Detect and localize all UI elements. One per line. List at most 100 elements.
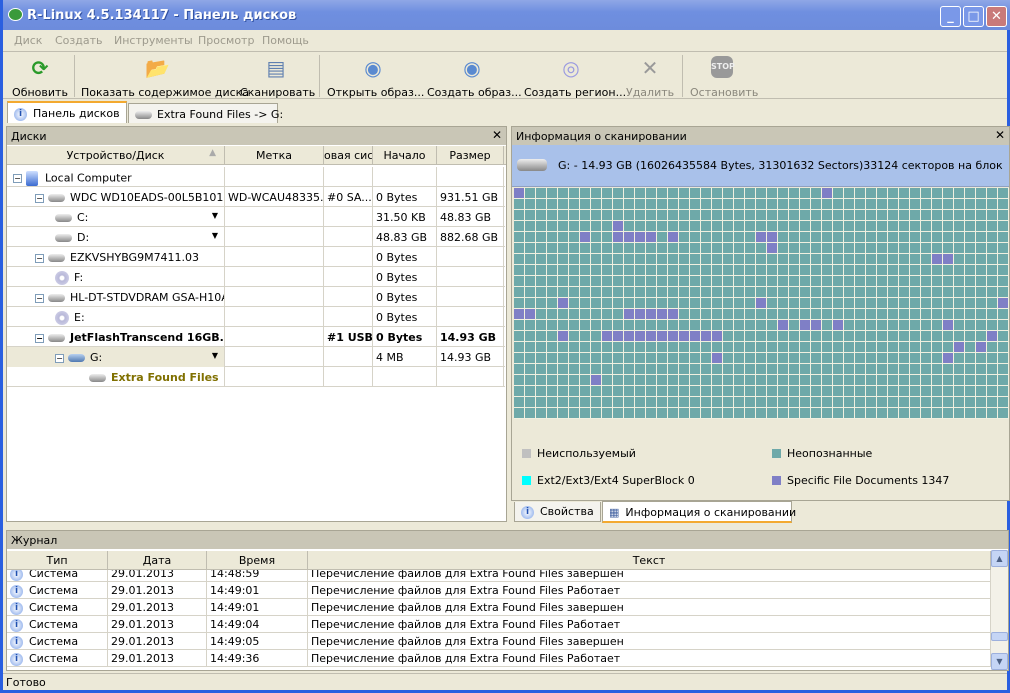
- block-unrecognized: [591, 265, 601, 275]
- block-unrecognized: [976, 276, 986, 286]
- menu-disk[interactable]: Диск: [14, 34, 42, 47]
- collapse-toggle[interactable]: −: [13, 174, 22, 183]
- tab-scan-info[interactable]: ▦ Информация о сканировании: [602, 501, 796, 523]
- block-unrecognized: [701, 397, 711, 407]
- menu-view[interactable]: Просмотр: [198, 34, 254, 47]
- disk-row[interactable]: E: 0 Bytes: [7, 307, 505, 327]
- block-unrecognized: [580, 243, 590, 253]
- log-row[interactable]: i Система 29.01.2013 14:49:05 Перечисление ф…: [7, 633, 991, 650]
- block-unrecognized: [756, 342, 766, 352]
- col-size[interactable]: Размер: [437, 146, 504, 165]
- disk-row[interactable]: F: 0 Bytes: [7, 267, 505, 287]
- close-panel-icon[interactable]: ✕: [492, 128, 502, 142]
- tab-properties[interactable]: i Свойства: [514, 502, 601, 522]
- scan-info-icon: ▦: [609, 506, 620, 519]
- block-unrecognized: [536, 210, 546, 220]
- tab-disk-panel[interactable]: i Панель дисков: [7, 101, 127, 123]
- block-specific-file: [767, 232, 777, 242]
- block-unrecognized: [657, 397, 667, 407]
- scroll-up-button[interactable]: ▲: [991, 550, 1008, 567]
- block-unrecognized: [943, 309, 953, 319]
- block-unrecognized: [580, 386, 590, 396]
- collapse-toggle[interactable]: −: [35, 193, 44, 203]
- col-start[interactable]: Начало: [373, 146, 437, 165]
- open-image-button[interactable]: ◉ Открыть образ...: [327, 54, 424, 99]
- menu-create[interactable]: Создать: [55, 34, 103, 47]
- col-device[interactable]: Устройство/Диск ▲: [7, 146, 225, 165]
- cell-fs: [324, 367, 373, 387]
- col-label[interactable]: Метка: [225, 146, 324, 165]
- block-specific-file: [657, 331, 667, 341]
- block-specific-file: [624, 309, 634, 319]
- col-type[interactable]: Тип: [7, 551, 108, 570]
- dropdown-arrow-icon[interactable]: ▼: [212, 351, 218, 360]
- block-unrecognized: [591, 298, 601, 308]
- stop-button[interactable]: STOP Остановить: [690, 54, 758, 99]
- scroll-down-button[interactable]: ▼: [991, 653, 1008, 670]
- disk-row[interactable]: C: ▼ 31.50 KB 48.83 GB: [7, 207, 505, 227]
- cell-time: 14:48:59: [207, 570, 308, 582]
- menu-tools[interactable]: Инструменты: [114, 34, 193, 47]
- menu-help[interactable]: Помощь: [262, 34, 309, 47]
- collapse-toggle[interactable]: −: [35, 253, 44, 263]
- delete-button[interactable]: ✕ Удалить: [626, 54, 674, 99]
- block-unrecognized: [701, 243, 711, 253]
- log-row[interactable]: i Система 29.01.2013 14:48:59 Перечисление ф…: [7, 570, 991, 582]
- cell-start: 0 Bytes: [373, 187, 437, 207]
- block-unrecognized: [932, 243, 942, 253]
- block-unrecognized: [635, 375, 645, 385]
- block-unrecognized: [547, 408, 557, 418]
- close-panel-icon[interactable]: ✕: [995, 128, 1005, 142]
- log-row[interactable]: i Система 29.01.2013 14:49:01 Перечисление ф…: [7, 599, 991, 616]
- log-scrollbar[interactable]: ▲ ▼: [991, 550, 1008, 670]
- block-unrecognized: [657, 408, 667, 418]
- block-unrecognized: [602, 353, 612, 363]
- log-row[interactable]: i Система 29.01.2013 14:49:36 Перечисление ф…: [7, 650, 991, 667]
- disk-row[interactable]: − Local Computer: [7, 167, 505, 187]
- refresh-button[interactable]: ⟳ Обновить: [11, 54, 69, 99]
- col-text[interactable]: Текст: [308, 551, 991, 570]
- block-unrecognized: [987, 353, 997, 363]
- block-unrecognized: [679, 309, 689, 319]
- block-unrecognized: [679, 353, 689, 363]
- close-button[interactable]: ✕: [986, 6, 1007, 27]
- block-unrecognized: [910, 408, 920, 418]
- log-row[interactable]: i Система 29.01.2013 14:49:01 Перечисление ф…: [7, 582, 991, 599]
- collapse-toggle[interactable]: −: [55, 353, 64, 363]
- log-row[interactable]: i Система 29.01.2013 14:49:04 Перечисление ф…: [7, 616, 991, 633]
- block-unrecognized: [811, 342, 821, 352]
- tab-extra-found-files[interactable]: Extra Found Files -> G:: [128, 103, 283, 123]
- scroll-thumb[interactable]: [991, 632, 1008, 641]
- minimize-button[interactable]: _: [940, 6, 961, 27]
- col-date[interactable]: Дата: [108, 551, 207, 570]
- disk-row[interactable]: Extra Found Files: [7, 367, 505, 387]
- disk-row[interactable]: − G: ▼ 4 MB 14.93 GB: [7, 347, 505, 367]
- disk-row[interactable]: D: ▼ 48.83 GB 882.68 GB: [7, 227, 505, 247]
- block-unrecognized: [910, 276, 920, 286]
- block-unrecognized: [954, 210, 964, 220]
- col-filesystem[interactable]: овая сис: [324, 146, 373, 165]
- block-unrecognized: [877, 353, 887, 363]
- create-image-button[interactable]: ◉ Создать образ...: [427, 54, 522, 99]
- block-unrecognized: [998, 243, 1008, 253]
- block-unrecognized: [921, 375, 931, 385]
- maximize-button[interactable]: □: [963, 6, 984, 27]
- block-unrecognized: [525, 364, 535, 374]
- block-unrecognized: [657, 320, 667, 330]
- block-unrecognized: [613, 364, 623, 374]
- dropdown-arrow-icon[interactable]: ▼: [212, 231, 218, 240]
- dropdown-arrow-icon[interactable]: ▼: [212, 211, 218, 220]
- disk-row[interactable]: − JetFlashTranscend 16GB... #1 USB 0 Bytes 1…: [7, 327, 505, 347]
- disk-row[interactable]: − EZKVSHYBG9M7411.03 0 Bytes: [7, 247, 505, 267]
- scan-button[interactable]: ▤ Сканировать: [240, 54, 315, 99]
- disk-row[interactable]: − WDC WD10EADS-00L5B101.... WD-WCAU48335..…: [7, 187, 505, 207]
- show-disk-contents-button[interactable]: 📂 Показать содержимое диска: [81, 54, 249, 99]
- disk-row[interactable]: − HL-DT-STDVDRAM GSA-H10A... 0 Bytes: [7, 287, 505, 307]
- col-time[interactable]: Время: [207, 551, 308, 570]
- block-unrecognized: [668, 287, 678, 297]
- block-unrecognized: [723, 188, 733, 198]
- collapse-toggle[interactable]: −: [35, 333, 44, 343]
- create-region-button[interactable]: ◎ Создать регион...: [524, 54, 626, 99]
- collapse-toggle[interactable]: −: [35, 293, 44, 303]
- block-unrecognized: [910, 320, 920, 330]
